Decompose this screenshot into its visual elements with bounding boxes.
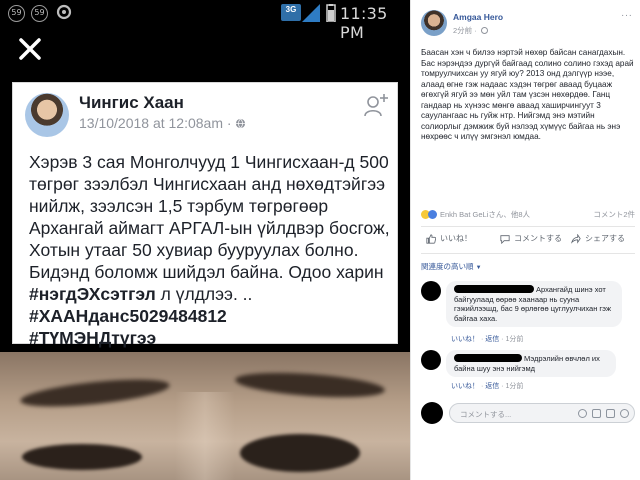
post-text-body: Хэрэв 3 сая Монголчууд 1 Чингисхаан-д 50… (29, 152, 390, 282)
comment-input-placeholder: コメントする... (460, 410, 512, 419)
add-friend-icon (364, 94, 388, 117)
like-button[interactable]: いいね！ (426, 233, 472, 244)
comment-time[interactable]: 1分前 (505, 383, 523, 390)
avatar (421, 402, 443, 424)
like-label: いいね！ (440, 234, 472, 243)
post-date-text: 13/10/2018 at 12:08am · (79, 115, 232, 131)
battery-icon (326, 4, 336, 22)
more-options-icon[interactable]: ··· (621, 10, 633, 21)
reactions-summary[interactable]: Enkh Bat GeLiさん、他8人 (440, 210, 530, 219)
comment-reply-link[interactable]: 返信 (485, 383, 499, 390)
thumbs-up-icon (426, 233, 436, 244)
photo-viewer: 59 59 3G 11:35 PM Чингис Хаан 13/10/2018… (0, 0, 410, 480)
comment-bubble: Мэдрэлийн өвчлөл их байна шуу энэ нийгэм… (446, 350, 616, 377)
post-author: Чингис Хаан (79, 93, 184, 112)
post-author-link[interactable]: Amgaa Hero (453, 12, 503, 22)
redacted-name (454, 285, 534, 293)
share-label: シェアする (585, 234, 625, 243)
comment-bubble: Архангайд шинэ хот байгуулаад өөрөө хаан… (446, 281, 622, 327)
sort-label: 関連度の高い順 (421, 262, 474, 271)
post-stats: Enkh Bat GeLiさん、他8人 コメント2件 (421, 209, 635, 221)
sticker-icon[interactable] (620, 409, 629, 418)
post-text: Хэрэв 3 сая Монголчууд 1 Чингисхаан-д 50… (29, 151, 391, 349)
post-side-panel: Amgaa Hero 2分前 · ··· Баасан хэн ч билээ … (410, 0, 640, 480)
comment-actions: いいね！ · 返信 · 1分前 (451, 383, 524, 390)
avatar[interactable] (421, 281, 441, 301)
chevron-down-icon: ▼ (475, 265, 482, 271)
post-actions-bar: いいね！ コメントする シェアする (421, 231, 635, 249)
gif-icon[interactable] (606, 409, 615, 418)
comment-actions: いいね！ · 返信 · 1分前 (451, 336, 524, 343)
post-date: 13/10/2018 at 12:08am · (79, 115, 246, 131)
redacted-name (454, 354, 522, 362)
signal-strength-icon (302, 4, 320, 22)
avatar (25, 93, 69, 137)
notification-badge-icon: 59 (8, 5, 25, 22)
comment-icon (500, 234, 510, 244)
status-time: 11:35 PM (340, 4, 388, 42)
settings-gear-icon (56, 4, 72, 20)
avatar[interactable] (421, 350, 441, 370)
notification-count: 59 (34, 8, 45, 17)
post-text-tail: л үлдлээ. .. (155, 284, 253, 304)
post-timestamp[interactable]: 2分前 · (453, 25, 488, 36)
comment-button[interactable]: コメントする (500, 233, 562, 244)
comment-like-link[interactable]: いいね！ (451, 336, 479, 343)
emoji-icon[interactable] (578, 409, 587, 418)
globe-icon (236, 118, 246, 129)
post-time[interactable]: 2分前 (453, 26, 472, 35)
comment-label: コメントする (514, 234, 562, 243)
comments-count[interactable]: コメント2件 (593, 209, 635, 220)
post-body: Баасан хэн ч билээ нэртэй нөхөр байсан с… (421, 48, 634, 141)
like-reaction-icon (428, 210, 437, 219)
notification-badge-icon: 59 (31, 5, 48, 22)
share-button[interactable]: シェアする (571, 233, 625, 244)
share-icon (571, 233, 581, 244)
comment-time[interactable]: 1分前 (505, 336, 523, 343)
hashtag: #ТҮМЭНДтүгээ (29, 328, 157, 348)
hashtag: #ХААНданс5029484812 (29, 306, 227, 326)
globe-icon (480, 27, 488, 34)
close-icon[interactable] (17, 36, 43, 62)
camera-icon[interactable] (592, 409, 601, 418)
network-type-badge: 3G (281, 4, 301, 21)
notification-count: 59 (11, 8, 22, 17)
comment-composer: コメントする... (421, 400, 635, 426)
comment-like-link[interactable]: いいね！ (451, 383, 479, 390)
selfie-photo (0, 352, 410, 480)
comment-sort-dropdown[interactable]: 関連度の高い順 ▼ (421, 261, 482, 272)
avatar[interactable] (421, 10, 447, 36)
hashtag: #нэгдЭХсэтгэл (29, 284, 156, 304)
comment-input[interactable]: コメントする... (449, 403, 635, 423)
comment-reply-link[interactable]: 返信 (485, 336, 499, 343)
phone-status-bar: 59 59 3G 11:35 PM (0, 0, 410, 42)
screenshot-post-card: Чингис Хаан 13/10/2018 at 12:08am · Хэрэ… (12, 82, 398, 348)
